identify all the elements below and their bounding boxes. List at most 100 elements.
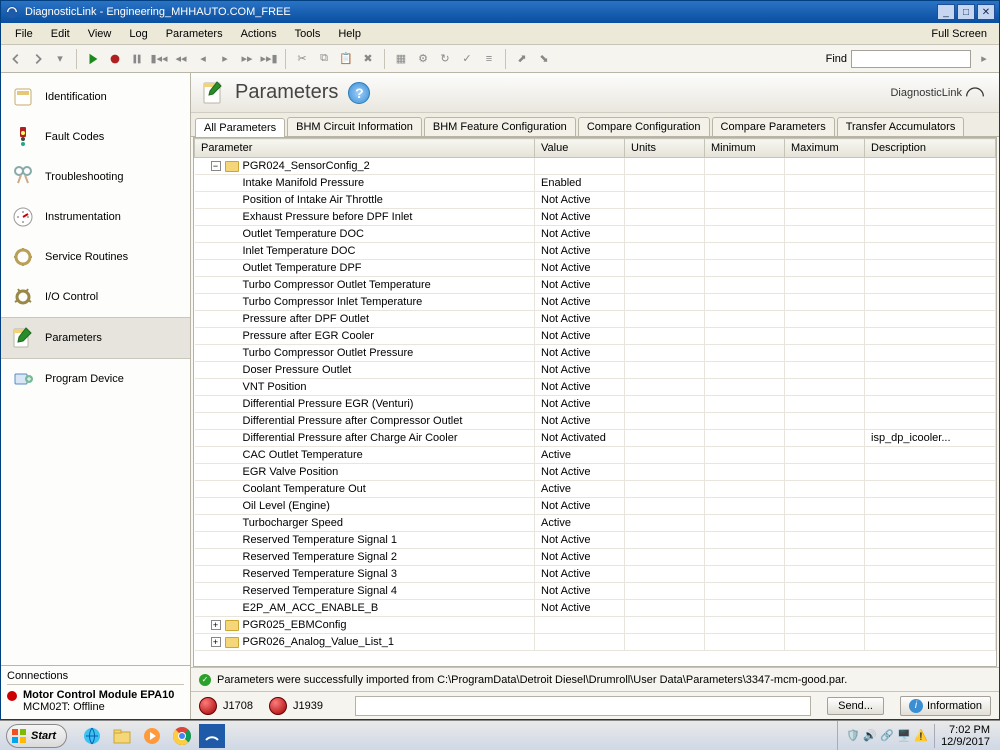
table-row[interactable]: Position of Intake Air ThrottleNot Activ… [195,192,996,209]
next-icon[interactable]: ▸ [216,50,234,68]
tray-icon[interactable]: 🔊 [863,729,877,743]
menu-actions[interactable]: Actions [233,26,285,42]
taskbar-ie-icon[interactable] [79,724,105,748]
table-row[interactable]: Exhaust Pressure before DPF InletNot Act… [195,209,996,226]
tab-bhm-circuit-information[interactable]: BHM Circuit Information [287,117,422,136]
information-button[interactable]: iInformation [900,696,991,716]
table-row[interactable]: E2P_AM_ACC_ENABLE_BNot Active [195,600,996,617]
prev-icon[interactable]: ◂ [194,50,212,68]
send-button[interactable]: Send... [827,697,884,715]
table-row[interactable]: VNT PositionNot Active [195,379,996,396]
close-button[interactable]: ✕ [977,4,995,20]
paste-icon[interactable]: 📋 [337,50,355,68]
tool3-icon[interactable]: ↻ [436,50,454,68]
table-row[interactable]: Pressure after EGR CoolerNot Active [195,328,996,345]
tool7-icon[interactable]: ⬊ [535,50,553,68]
col-minimum[interactable]: Minimum [705,139,785,158]
expand-icon[interactable]: + [211,637,221,647]
ffwd-icon[interactable]: ▸▸▮ [260,50,278,68]
nav-item-i-o-control[interactable]: I/O Control [1,277,190,317]
parameter-table[interactable]: Parameter Value Units Minimum Maximum De… [193,137,997,667]
forward-icon[interactable] [29,50,47,68]
maximize-button[interactable]: □ [957,4,975,20]
menu-log[interactable]: Log [121,26,155,42]
tool4-icon[interactable]: ✓ [458,50,476,68]
col-maximum[interactable]: Maximum [785,139,865,158]
table-row[interactable]: Coolant Temperature OutActive [195,481,996,498]
copy-icon[interactable]: ⧉ [315,50,333,68]
find-input[interactable] [851,50,971,68]
nav-item-program-device[interactable]: Program Device [1,359,190,399]
col-parameter[interactable]: Parameter [195,139,535,158]
col-value[interactable]: Value [535,139,625,158]
taskbar-app-icon[interactable] [199,724,225,748]
table-row[interactable]: Reserved Temperature Signal 1Not Active [195,532,996,549]
tray-icon[interactable]: 🖥️ [897,729,911,743]
help-icon[interactable]: ? [348,82,370,104]
nav-item-parameters[interactable]: Parameters [1,317,190,359]
table-row[interactable]: Pressure after DPF OutletNot Active [195,311,996,328]
tool6-icon[interactable]: ⬈ [513,50,531,68]
table-row[interactable]: Turbo Compressor Outlet TemperatureNot A… [195,277,996,294]
table-row[interactable]: Reserved Temperature Signal 3Not Active [195,566,996,583]
table-row[interactable]: Differential Pressure after Charge Air C… [195,430,996,447]
table-row[interactable]: Turbo Compressor Outlet PressureNot Acti… [195,345,996,362]
table-row[interactable]: Intake Manifold PressureEnabled [195,175,996,192]
tool2-icon[interactable]: ⚙ [414,50,432,68]
table-row[interactable]: Inlet Temperature DOCNot Active [195,243,996,260]
send-textbox[interactable] [355,696,811,716]
tab-all-parameters[interactable]: All Parameters [195,118,285,137]
table-row[interactable]: CAC Outlet TemperatureActive [195,447,996,464]
table-row[interactable]: Differential Pressure EGR (Venturi)Not A… [195,396,996,413]
connection-item[interactable]: Motor Control Module EPA10 MCM02T: Offli… [7,689,184,713]
nav-item-service-routines[interactable]: Service Routines [1,237,190,277]
menu-file[interactable]: File [7,26,41,42]
table-row[interactable]: Outlet Temperature DOCNot Active [195,226,996,243]
table-row[interactable]: Differential Pressure after Compressor O… [195,413,996,430]
tab-compare-configuration[interactable]: Compare Configuration [578,117,710,136]
delete-icon[interactable]: ✖ [359,50,377,68]
system-clock[interactable]: 7:02 PM 12/9/2017 [934,724,992,748]
back-icon[interactable] [7,50,25,68]
start-button[interactable]: Start [6,724,67,748]
nav-item-identification[interactable]: Identification [1,77,190,117]
menu-parameters[interactable]: Parameters [158,26,231,42]
tray-icon[interactable]: 🛡️ [846,729,860,743]
nav-item-fault-codes[interactable]: Fault Codes [1,117,190,157]
menu-edit[interactable]: Edit [43,26,78,42]
table-row[interactable]: Reserved Temperature Signal 2Not Active [195,549,996,566]
record-icon[interactable] [106,50,124,68]
table-row[interactable]: Turbo Compressor Inlet TemperatureNot Ac… [195,294,996,311]
nav-item-troubleshooting[interactable]: Troubleshooting [1,157,190,197]
find-next-icon[interactable]: ▸ [975,50,993,68]
table-row[interactable]: EGR Valve PositionNot Active [195,464,996,481]
table-row[interactable]: +PGR026_Analog_Value_List_1 [195,634,996,651]
tab-transfer-accumulators[interactable]: Transfer Accumulators [837,117,965,136]
menu-help[interactable]: Help [330,26,369,42]
rewind-icon[interactable]: ▮◂◂ [150,50,168,68]
table-row[interactable]: −PGR024_SensorConfig_2 [195,158,996,175]
step-fwd-icon[interactable]: ▸▸ [238,50,256,68]
tray-icons[interactable]: 🛡️ 🔊 🔗 🖥️ ⚠️ [846,729,928,743]
full-screen-toggle[interactable]: Full Screen [925,26,993,42]
tab-bhm-feature-configuration[interactable]: BHM Feature Configuration [424,117,576,136]
pause-icon[interactable] [128,50,146,68]
menu-tools[interactable]: Tools [287,26,329,42]
menu-view[interactable]: View [80,26,120,42]
step-back-icon[interactable]: ◂◂ [172,50,190,68]
tool1-icon[interactable]: ▦ [392,50,410,68]
taskbar-media-icon[interactable] [139,724,165,748]
tab-compare-parameters[interactable]: Compare Parameters [712,117,835,136]
collapse-icon[interactable]: − [211,161,221,171]
tool5-icon[interactable]: ≡ [480,50,498,68]
taskbar-explorer-icon[interactable] [109,724,135,748]
dropdown-icon[interactable]: ▾ [51,50,69,68]
table-row[interactable]: Reserved Temperature Signal 4Not Active [195,583,996,600]
table-row[interactable]: Doser Pressure OutletNot Active [195,362,996,379]
table-row[interactable]: +PGR025_EBMConfig [195,617,996,634]
nav-item-instrumentation[interactable]: Instrumentation [1,197,190,237]
table-row[interactable]: Oil Level (Engine)Not Active [195,498,996,515]
col-units[interactable]: Units [625,139,705,158]
play-icon[interactable] [84,50,102,68]
col-description[interactable]: Description [865,139,996,158]
